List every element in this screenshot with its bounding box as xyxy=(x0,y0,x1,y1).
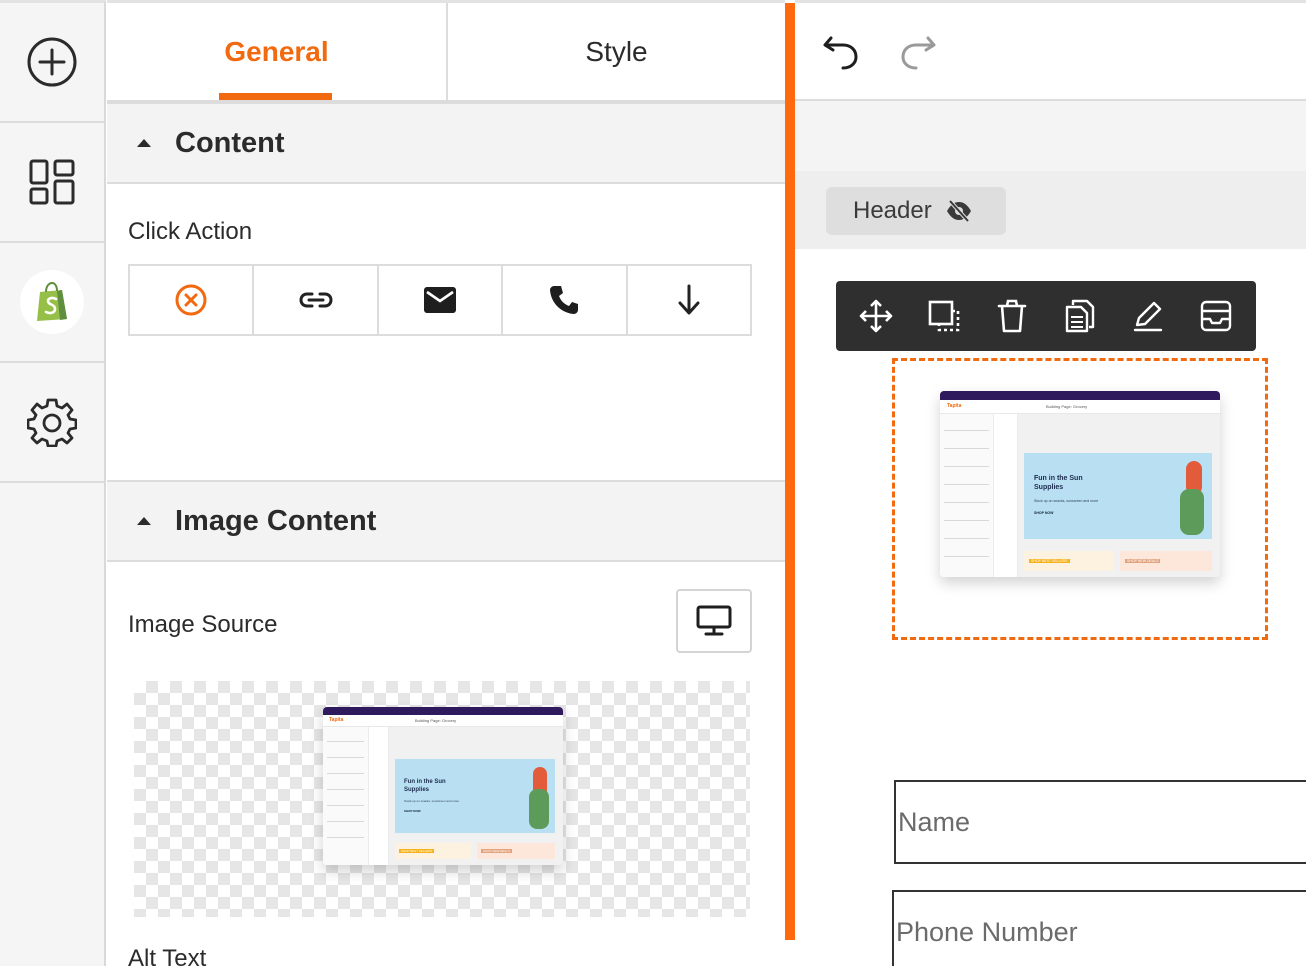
tab-style[interactable]: Style xyxy=(446,3,785,100)
duplicate-button[interactable] xyxy=(1052,288,1108,344)
click-action-group xyxy=(128,264,752,336)
header-chip-label: Header xyxy=(853,197,932,224)
thumb-brand: Tapita xyxy=(947,403,962,409)
thumb-hero-line2: Supplies xyxy=(1034,483,1064,491)
phone-placeholder: Phone Number xyxy=(896,916,1078,947)
no-action-icon xyxy=(175,284,207,316)
thumb-hero-cta: SHOP NOW xyxy=(1034,511,1054,515)
email-action-button[interactable] xyxy=(376,266,501,334)
resize-icon xyxy=(928,300,960,332)
content-section-header[interactable]: Content xyxy=(107,102,785,184)
add-element-button[interactable] xyxy=(0,3,104,123)
no-action-button[interactable] xyxy=(130,266,252,334)
undo-icon xyxy=(823,36,858,70)
thumb-card1: SHOP BEST SELLERS xyxy=(399,849,435,853)
content-section-title: Content xyxy=(175,126,285,159)
image-source-label: Image Source xyxy=(128,611,278,638)
editor-canvas: Header Tapita Building Page: Grocery Fun… xyxy=(795,0,1306,966)
panel-tabs: General Style xyxy=(107,3,785,102)
left-icon-rail xyxy=(0,0,106,966)
settings-button[interactable] xyxy=(0,363,104,483)
edit-pen-icon xyxy=(1133,301,1163,332)
undo-button[interactable] xyxy=(816,25,866,75)
edit-button[interactable] xyxy=(1120,288,1176,344)
resize-button[interactable] xyxy=(916,288,972,344)
thumb-hero-line1: Fun in the Sun xyxy=(1034,475,1083,482)
header-section-chip[interactable]: Header xyxy=(826,187,1006,235)
caret-up-icon xyxy=(137,139,151,147)
shopify-bag-icon xyxy=(37,282,67,321)
image-content-section-header[interactable]: Image Content xyxy=(107,480,785,562)
panel-resize-handle[interactable] xyxy=(785,3,795,940)
canvas-image-thumbnail: Tapita Building Page: Grocery Fun in the… xyxy=(940,391,1220,577)
element-toolbar xyxy=(836,281,1256,351)
image-content-section-title: Image Content xyxy=(175,504,377,537)
thumb-page-title: Building Page: Grocery xyxy=(415,718,457,723)
device-toggle-button[interactable] xyxy=(676,589,752,653)
move-icon xyxy=(859,299,893,333)
click-action-label: Click Action xyxy=(128,218,253,245)
phone-icon xyxy=(550,286,579,314)
name-input[interactable]: Name xyxy=(894,780,1306,864)
thumb-page-title: Building Page: Grocery xyxy=(1046,404,1088,409)
redo-icon xyxy=(901,36,936,70)
canvas-top-spacer xyxy=(795,101,1306,171)
thumb-card1: SHOP BEST SELLERS xyxy=(1029,559,1070,563)
layout-button[interactable] xyxy=(0,123,104,243)
save-block-button[interactable] xyxy=(1188,288,1244,344)
shopify-badge xyxy=(20,270,84,334)
phone-action-button[interactable] xyxy=(501,266,625,334)
move-button[interactable] xyxy=(848,288,904,344)
thumb-hero-cta: SHOP NOW xyxy=(404,809,421,813)
thumb-card2: SHOP NEW DEALS xyxy=(481,849,512,853)
save-inbox-icon xyxy=(1200,300,1232,332)
image-preview-thumbnail: Tapita Building Page: Grocery Fun in the… xyxy=(323,707,563,865)
settings-panel: General Style Content Click Action Image… xyxy=(107,0,785,966)
download-icon xyxy=(678,284,700,315)
thumb-hero-line2: Supplies xyxy=(404,786,430,793)
link-icon xyxy=(299,292,333,308)
delete-button[interactable] xyxy=(984,288,1040,344)
selected-image-element[interactable]: Tapita Building Page: Grocery Fun in the… xyxy=(892,358,1268,640)
name-placeholder: Name xyxy=(898,806,971,837)
thumb-card2: SHOP NEW DEALS xyxy=(1125,559,1161,563)
layout-grid-icon xyxy=(29,159,75,205)
thumb-hero-line1: Fun in the Sun xyxy=(404,779,446,785)
link-action-button[interactable] xyxy=(252,266,376,334)
trash-icon xyxy=(997,299,1027,333)
gear-icon xyxy=(27,398,77,447)
desktop-icon xyxy=(696,605,732,636)
history-toolbar xyxy=(795,3,1306,101)
redo-button[interactable] xyxy=(893,25,943,75)
download-action-button[interactable] xyxy=(625,266,750,334)
add-circle-icon xyxy=(27,37,77,87)
thumb-brand: Tapita xyxy=(329,717,344,723)
phone-number-input[interactable]: Phone Number xyxy=(892,890,1306,966)
thumb-hero-sub: Stock up on snacks, sunscreen and more xyxy=(404,799,460,803)
email-icon xyxy=(424,287,457,313)
shopify-button[interactable] xyxy=(0,243,104,363)
alt-text-label: Alt Text xyxy=(128,945,207,966)
tab-general[interactable]: General xyxy=(107,3,446,100)
duplicate-icon xyxy=(1065,299,1095,333)
thumb-hero-sub: Stock up on snacks, sunscreen and more xyxy=(1034,499,1099,503)
caret-up-icon xyxy=(137,517,151,525)
image-preview-area[interactable]: Tapita Building Page: Grocery Fun in the… xyxy=(134,681,750,917)
eye-off-icon[interactable] xyxy=(946,200,972,222)
